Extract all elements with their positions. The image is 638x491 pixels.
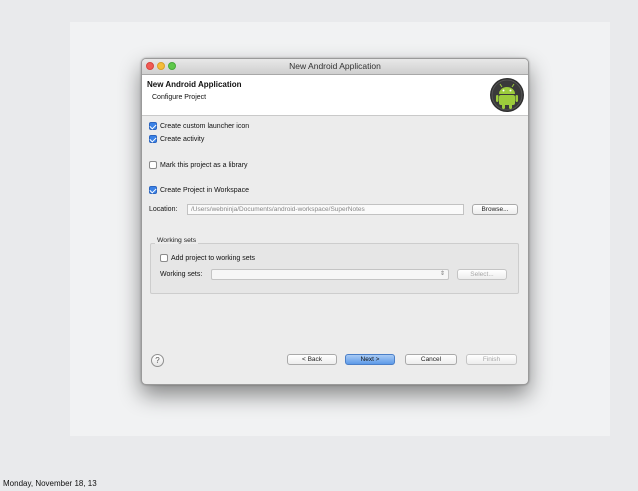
wizard-header: New Android Application Configure Projec…: [142, 75, 528, 116]
mark-library-label: Mark this project as a library: [160, 161, 248, 169]
wizard-content: Create custom launcher icon Create activ…: [142, 116, 528, 344]
titlebar: New Android Application: [142, 59, 528, 75]
mark-library-option[interactable]: Mark this project as a library: [149, 161, 248, 169]
working-sets-select[interactable]: ⇕: [211, 269, 449, 280]
mark-library-checkbox[interactable]: [149, 161, 157, 169]
wizard-button-bar: ? < Back Next > Cancel Finish: [142, 350, 528, 376]
back-button[interactable]: < Back: [287, 354, 337, 365]
working-sets-row: Working sets:: [160, 271, 202, 278]
select-working-sets-button[interactable]: Select...: [457, 269, 507, 280]
create-launcher-icon-label: Create custom launcher icon: [160, 122, 250, 130]
wizard-title: New Android Application: [147, 80, 242, 89]
add-to-working-sets-label: Add project to working sets: [171, 254, 256, 262]
location-field[interactable]: /Users/webninja/Documents/android-worksp…: [187, 204, 464, 215]
browse-button[interactable]: Browse...: [472, 204, 518, 215]
create-in-workspace-option[interactable]: Create Project in Workspace: [149, 186, 249, 194]
slide-date: Monday, November 18, 13: [3, 479, 97, 488]
create-launcher-icon-checkbox[interactable]: [149, 122, 157, 130]
create-activity-option[interactable]: Create activity: [149, 135, 204, 143]
location-label: Location:: [149, 206, 178, 213]
select-arrows-icon: ⇕: [439, 271, 445, 277]
working-sets-label: Working sets:: [160, 271, 203, 278]
create-in-workspace-checkbox[interactable]: [149, 186, 157, 194]
next-button[interactable]: Next >: [345, 354, 395, 365]
finish-button[interactable]: Finish: [466, 354, 517, 365]
window-title: New Android Application: [289, 61, 381, 71]
working-sets-group-title: Working sets: [155, 237, 199, 244]
create-activity-label: Create activity: [160, 135, 205, 143]
help-icon[interactable]: ?: [151, 354, 164, 367]
wizard-subtitle: Configure Project: [152, 94, 207, 101]
add-to-working-sets-checkbox[interactable]: [160, 254, 168, 262]
create-in-workspace-label: Create Project in Workspace: [160, 186, 249, 194]
cancel-button[interactable]: Cancel: [405, 354, 457, 365]
android-logo-icon: [490, 78, 524, 112]
create-activity-checkbox[interactable]: [149, 135, 157, 143]
create-launcher-icon-option[interactable]: Create custom launcher icon: [149, 122, 249, 130]
new-android-application-dialog: New Android Application New Android Appl…: [141, 58, 529, 385]
add-to-working-sets-option[interactable]: Add project to working sets: [160, 254, 255, 262]
